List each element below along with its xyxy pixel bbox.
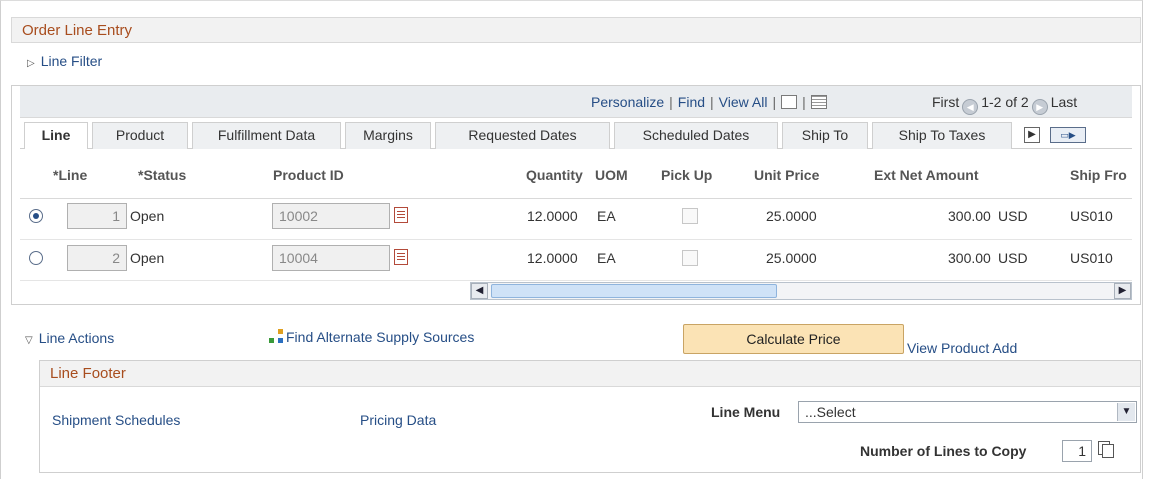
- triangle-right-icon: ▷: [27, 58, 35, 69]
- col-line: *Line: [53, 167, 88, 183]
- col-pick-up: Pick Up: [661, 167, 713, 183]
- grid-tabs: Line Product Fulfillment Data Margins Re…: [20, 119, 1132, 150]
- supply-sources-icon: [269, 329, 285, 345]
- tab-margins[interactable]: Margins: [345, 122, 431, 149]
- scroll-left-icon[interactable]: ◀: [471, 283, 488, 299]
- currency-cell: USD: [998, 208, 1028, 224]
- line-menu-label: Line Menu: [711, 404, 781, 420]
- tab-requested-dates[interactable]: Requested Dates: [435, 122, 610, 149]
- row-range: 1-2 of 2: [981, 94, 1029, 110]
- line-actions-label: Line Actions: [38, 330, 115, 346]
- status-cell: Open: [130, 250, 165, 266]
- view-all-link[interactable]: View All: [719, 94, 768, 110]
- calculate-price-button[interactable]: Calculate Price: [683, 324, 904, 354]
- row-select-radio[interactable]: [29, 209, 43, 223]
- line-actions-toggle[interactable]: ▽ Line Actions: [25, 330, 114, 346]
- lines-to-copy-input[interactable]: 1: [1062, 440, 1092, 462]
- find-alternate-supply-link[interactable]: Find Alternate Supply Sources: [269, 329, 474, 345]
- view-product-add-link[interactable]: View Product Add: [907, 340, 1017, 356]
- pick-up-checkbox: [682, 250, 698, 266]
- row-divider: [20, 280, 1132, 281]
- col-status: *Status: [138, 167, 187, 183]
- line-footer-panel: Line Footer Shipment Schedules Pricing D…: [39, 360, 1141, 473]
- tab-scheduled-dates[interactable]: Scheduled Dates: [614, 122, 778, 149]
- tab-product[interactable]: Product: [92, 122, 188, 149]
- line-number-field: 1: [67, 203, 127, 229]
- line-filter-label: Line Filter: [40, 53, 103, 69]
- col-unit-price: Unit Price: [754, 167, 820, 183]
- line-footer-header: Line Footer: [40, 361, 1140, 387]
- tab-ship-to-taxes[interactable]: Ship To Taxes: [872, 122, 1012, 149]
- grid-actions: Personalize | Find | View All | |: [591, 94, 827, 110]
- line-footer-title: Line Footer: [50, 365, 126, 382]
- grid-navigation-bar: Personalize | Find | View All | | First ◀ 1-2 of…: [20, 86, 1132, 118]
- next-icon[interactable]: ▶: [1031, 99, 1048, 115]
- order-line-entry-header: Order Line Entry: [11, 17, 1141, 43]
- ship-from-cell: US010: [1070, 250, 1113, 266]
- first-label: First: [932, 94, 960, 110]
- row-divider: [20, 239, 1132, 240]
- quantity-cell: 12.0000: [527, 250, 578, 266]
- pager: First ◀ 1-2 of 2 ▶ Last: [932, 94, 1077, 115]
- ext-net-amount-cell: 300.00: [948, 208, 991, 224]
- unit-price-cell: 25.0000: [766, 208, 817, 224]
- uom-cell: EA: [597, 208, 616, 224]
- triangle-down-icon: ▽: [25, 335, 33, 346]
- ext-net-amount-cell: 300.00: [948, 250, 991, 266]
- line-menu-value: ...Select: [805, 404, 856, 420]
- find-alternate-label: Find Alternate Supply Sources: [286, 329, 475, 345]
- section-title: Order Line Entry: [22, 22, 133, 39]
- horizontal-scrollbar[interactable]: ◀ ▶: [470, 282, 1132, 300]
- col-product-id: Product ID: [273, 167, 344, 183]
- scroll-right-icon[interactable]: ▶: [1114, 283, 1131, 299]
- line-menu-select[interactable]: ...Select ▼: [798, 401, 1137, 423]
- col-ext-net-amount: Ext Net Amount: [874, 167, 979, 183]
- uom-cell: EA: [597, 250, 616, 266]
- find-link[interactable]: Find: [678, 94, 705, 110]
- col-ship-from: Ship Fro: [1070, 167, 1127, 183]
- col-quantity: Quantity: [526, 167, 583, 183]
- new-window-icon[interactable]: [781, 95, 798, 109]
- tab-line[interactable]: Line: [24, 122, 88, 150]
- separator: |: [669, 94, 673, 110]
- separator: |: [802, 94, 806, 110]
- tab-ship-to[interactable]: Ship To: [782, 122, 868, 149]
- personalize-link[interactable]: Personalize: [591, 94, 664, 110]
- page-frame: Order Line Entry ▷ Line Filter Personaliz…: [0, 0, 1143, 479]
- dropdown-arrow-icon: ▼: [1117, 403, 1135, 421]
- quantity-cell: 12.0000: [527, 208, 578, 224]
- copy-icon[interactable]: [1098, 441, 1114, 458]
- line-filter-toggle[interactable]: ▷ Line Filter: [27, 53, 102, 69]
- previous-icon[interactable]: ◀: [962, 99, 979, 115]
- product-id-field: 10004: [272, 245, 390, 271]
- row-select-radio[interactable]: [29, 251, 43, 265]
- shipment-schedules-link[interactable]: Shipment Schedules: [52, 412, 180, 428]
- unit-price-cell: 25.0000: [766, 250, 817, 266]
- last-label: Last: [1050, 94, 1078, 110]
- lookup-icon[interactable]: [394, 249, 408, 265]
- show-next-tab-icon[interactable]: ▶: [1024, 127, 1040, 143]
- status-cell: Open: [130, 208, 165, 224]
- show-all-tabs-icon[interactable]: ▭▶: [1050, 127, 1086, 143]
- pick-up-checkbox: [682, 208, 698, 224]
- ship-from-cell: US010: [1070, 208, 1113, 224]
- product-id-field: 10002: [272, 203, 390, 229]
- scroll-thumb[interactable]: [491, 284, 777, 298]
- line-number-field: 2: [67, 245, 127, 271]
- lookup-icon[interactable]: [394, 207, 408, 223]
- lines-to-copy-label: Number of Lines to Copy: [860, 443, 1027, 459]
- spreadsheet-icon[interactable]: [810, 95, 827, 109]
- separator: |: [772, 94, 777, 110]
- currency-cell: USD: [998, 250, 1028, 266]
- separator: |: [710, 94, 714, 110]
- tab-fulfillment-data[interactable]: Fulfillment Data: [192, 122, 341, 149]
- col-uom: UOM: [595, 167, 628, 183]
- pricing-data-link[interactable]: Pricing Data: [360, 412, 436, 428]
- order-lines-grid: Personalize | Find | View All | | First ◀ 1-2 of…: [11, 85, 1141, 305]
